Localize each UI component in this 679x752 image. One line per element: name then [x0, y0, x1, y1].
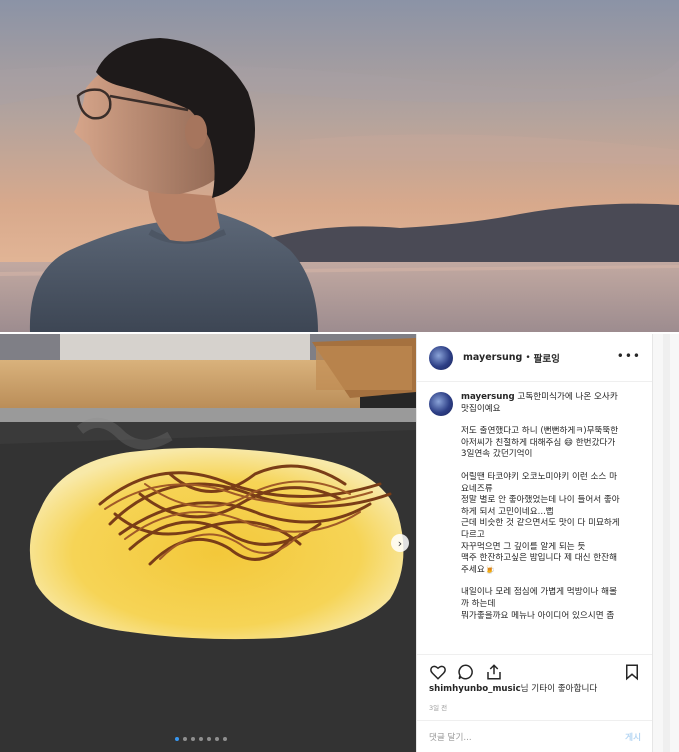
- caption-line: 근데 비슷한 것 같으면서도 맛이 다 미묘하게: [461, 518, 620, 529]
- carousel-dot: [175, 737, 179, 741]
- next-arrow-icon[interactable]: ›: [391, 534, 409, 552]
- following-button[interactable]: 팔로잉: [534, 351, 560, 365]
- scrollbar[interactable]: [663, 334, 670, 752]
- caption-line: 3일연속 갔던기억이: [461, 449, 533, 460]
- carousel-dot: [215, 737, 219, 741]
- caption-avatar[interactable]: [429, 392, 453, 416]
- avatar[interactable]: [429, 345, 453, 370]
- post-side-panel: mayersung • 팔로잉 ••• mayersung 고독한미식가에 나온…: [416, 334, 653, 752]
- caption-text: 고독한미식가에 나온 오사카: [517, 392, 618, 402]
- carousel-dot: [183, 737, 187, 741]
- comment-icon[interactable]: [457, 663, 475, 681]
- caption-line: 요네즈류: [461, 483, 493, 494]
- caption-line: 뭐가좋을까요 메뉴나 아이디어 있으시면 좀: [461, 610, 615, 621]
- bookmark-icon[interactable]: [623, 663, 641, 681]
- caption-line: 아저씨가 친절하게 대해주심 😄 한번갔다가: [461, 437, 616, 448]
- separator-dot: •: [525, 352, 531, 363]
- post-comment-button[interactable]: 게시: [625, 731, 641, 743]
- heart-icon[interactable]: [429, 663, 447, 681]
- post-header: mayersung • 팔로잉 •••: [417, 334, 653, 382]
- carousel-dot: [191, 737, 195, 741]
- caption-line: 다르고: [461, 529, 485, 540]
- more-icon[interactable]: •••: [617, 349, 641, 363]
- caption-line: mayersung 고독한미식가에 나온 오사카: [461, 392, 645, 404]
- add-comment-bar: 댓글 달기... 게시: [417, 720, 653, 752]
- action-bar: [417, 654, 653, 684]
- share-icon[interactable]: [485, 663, 503, 681]
- page: › mayersung • 팔로잉 ••• mayersung 고독한미식가에 …: [0, 0, 679, 752]
- caption-line: 맥주 한잔하고싶은 밤입니다 제 대신 한잔해: [461, 553, 617, 564]
- sunset-portrait-photo: [0, 0, 679, 332]
- caption-line: 어릴땐 타코야키 오코노미야키 이런 소스 마: [461, 471, 617, 482]
- carousel-dot: [199, 737, 203, 741]
- caption-line: 정말 별로 안 좋아했었는데 나이 들어서 좋아: [461, 495, 620, 506]
- post-username[interactable]: mayersung: [463, 352, 522, 363]
- comment-text: 님 기타이 좋아합니다: [520, 684, 598, 694]
- instagram-post: › mayersung • 팔로잉 ••• mayersung 고독한미식가에 …: [0, 334, 679, 752]
- caption-line: 하게 되서 고민이네요...뻡: [461, 506, 554, 517]
- caption-line: 까 하는데: [461, 598, 496, 609]
- caption-line: 내일이나 모레 점심에 가볍게 먹방이나 해볼: [461, 587, 617, 598]
- caption-body: mayersung 고독한미식가에 나온 오사카 맛집이예요 저도 출연했다고 …: [461, 392, 645, 622]
- caption-username[interactable]: mayersung: [461, 392, 515, 402]
- post-image[interactable]: ›: [0, 334, 416, 752]
- comment-username[interactable]: shimhyunbo_music: [429, 684, 521, 694]
- post-date: 3일 전: [429, 704, 448, 712]
- caption-line: 저도 출연했다고 하니 (뻔뻔하게ㅋ)무뚝뚝한: [461, 426, 619, 437]
- page-margin: [652, 334, 679, 752]
- caption-line: 주세요🍺: [461, 564, 496, 575]
- carousel-dot: [223, 737, 227, 741]
- caption-line: 맛집이예요: [461, 403, 501, 414]
- caption-line: 자꾸먹으면 그 깊이를 알게 되는 듯: [461, 541, 586, 552]
- comment-input[interactable]: 댓글 달기...: [429, 731, 472, 743]
- carousel-dot: [207, 737, 211, 741]
- comment: shimhyunbo_music님 기타이 좋아합니다: [429, 682, 597, 694]
- carousel-dots: [175, 737, 227, 741]
